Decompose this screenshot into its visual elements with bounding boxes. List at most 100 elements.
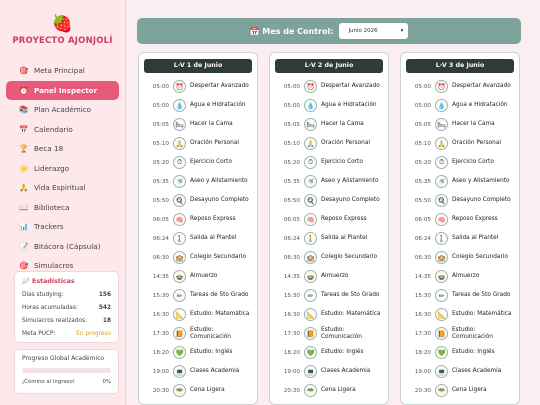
schedule-time: 06:24 (414, 235, 431, 242)
brand-name: PROYECTO AJONJOLÍ (12, 36, 113, 46)
sidebar-item-biblioteca[interactable]: 📖 Biblioteca (6, 198, 119, 218)
schedule-row[interactable]: 16:30 📐 Estudio: Matemática (270, 305, 388, 324)
schedule-row[interactable]: 05:05 🛏 Hacer la Cama (401, 115, 519, 134)
sidebar-item-trackers[interactable]: 📊 Trackers (6, 217, 119, 237)
schedule-row[interactable]: 15:30 ✏ Tareas de 5to Grado (139, 286, 257, 305)
schedule-row[interactable]: 05:00 💧 Agua e Hidratación (270, 96, 388, 115)
schedule-row[interactable]: 05:35 🚿 Aseo y Alistamiento (401, 172, 519, 191)
schedule-time: 05:50 (283, 197, 300, 204)
schedule-time: 06:24 (283, 235, 300, 242)
schedule-row[interactable]: 06:05 🧠 Reposo Express (139, 210, 257, 229)
stat-row: Simulacros realizados: 18 (22, 315, 111, 328)
schedule-row[interactable]: 05:35 🚿 Aseo y Alistamiento (270, 172, 388, 191)
stat-row: Horas acumuladas: 542 (22, 302, 111, 315)
schedule-row[interactable]: 05:05 🛏 Hacer la Cama (139, 115, 257, 134)
schedule-row[interactable]: 06:30 🏫 Colegio Secundario (401, 248, 519, 267)
schedule-row[interactable]: 05:00 💧 Agua e Hidratación (139, 96, 257, 115)
schedule-row[interactable]: 17:30 📙 Estudio: Comunicación (270, 324, 388, 343)
schedule-row[interactable]: 20:30 🥗 Cena Ligera (270, 381, 388, 400)
schedule-time: 17:30 (283, 330, 300, 337)
stats-title: 📈 Estadísticas (22, 278, 75, 285)
schedule-row[interactable]: 05:50 🍳 Desayuno Completo (270, 191, 388, 210)
schedule-row[interactable]: 05:20 ⏱ Ejercicio Corto (139, 153, 257, 172)
schedule-row[interactable]: 05:50 🍳 Desayuno Completo (139, 191, 257, 210)
sidebar-item-liderazgo[interactable]: 🌟 Liderazgo (6, 159, 119, 179)
sidebar-item-calendario[interactable]: 📅 Calendario (6, 120, 119, 140)
schedule-row[interactable]: 06:24 🚶 Salida al Plantel (401, 229, 519, 248)
ruler-icon: 📐 (435, 308, 448, 321)
schedule-row[interactable]: 06:05 🧠 Reposo Express (401, 210, 519, 229)
stat-label: Meta PUCP: (22, 331, 56, 337)
shower-icon: 🚿 (304, 175, 317, 188)
schedule-row[interactable]: 20:30 🥗 Cena Ligera (401, 381, 519, 400)
schedule-time: 20:30 (152, 387, 169, 394)
book-icon: 📖 (19, 202, 29, 212)
schedule-row[interactable]: 14:35 🍲 Almuerzo (139, 267, 257, 286)
stat-label: Días studying: (22, 292, 64, 298)
schedule-row[interactable]: 15:30 ✏ Tareas de 5to Grado (401, 286, 519, 305)
schedule-row[interactable]: 16:30 📐 Estudio: Matemática (401, 305, 519, 324)
stat-value: En progreso (76, 331, 111, 337)
bed-icon: 🛏 (304, 118, 317, 131)
schedule-row[interactable]: 15:30 ✏ Tareas de 5to Grado (270, 286, 388, 305)
schedule-row[interactable]: 05:00 💧 Agua e Hidratación (401, 96, 519, 115)
schedule-time: 19:00 (283, 368, 300, 375)
schedule-row[interactable]: 05:05 🛏 Hacer la Cama (270, 115, 388, 134)
schedule-row[interactable]: 18:20 💚 Estudio: Inglés (270, 343, 388, 362)
schedule-activity: Aseo y Alistamiento (190, 178, 248, 185)
schedule-row[interactable]: 05:00 ⏰ Despertar Avanzado (139, 77, 257, 96)
schedule-row[interactable]: 16:30 📐 Estudio: Matemática (139, 305, 257, 324)
schedule-row[interactable]: 05:35 🚿 Aseo y Alistamiento (139, 172, 257, 191)
schedule-row[interactable]: 05:00 ⏰ Despertar Avanzado (270, 77, 388, 96)
schedule-activity: Desayuno Completo (452, 197, 511, 204)
schedule-activity: Almuerzo (321, 273, 349, 280)
schedule-row[interactable]: 18:20 💚 Estudio: Inglés (139, 343, 257, 362)
schedule-activity: Agua e Hidratación (452, 102, 508, 109)
schedule-activity: Estudio: Matemática (321, 311, 381, 318)
schedule-row[interactable]: 17:30 📙 Estudio: Comunicación (139, 324, 257, 343)
schedule-row[interactable]: 19:00 💻 Clases Academia (139, 362, 257, 381)
schedule-row[interactable]: 05:10 🙏 Oración Personal (139, 134, 257, 153)
sidebar-item-panel-inspector[interactable]: ⏰ Panel Inspector (6, 80, 119, 100)
schedule-row[interactable]: 06:24 🚶 Salida al Plantel (139, 229, 257, 248)
schedule-row[interactable]: 05:20 ⏱ Ejercicio Corto (270, 153, 388, 172)
schedule-time: 20:30 (283, 387, 300, 394)
schedule-row[interactable]: 06:30 🏫 Colegio Secundario (270, 248, 388, 267)
schedule-row[interactable]: 14:35 🍲 Almuerzo (401, 267, 519, 286)
schedule-row[interactable]: 20:30 🥗 Cena Ligera (139, 381, 257, 400)
walking-icon: 🚶 (173, 232, 186, 245)
sidebar-item-label: Liderazgo (34, 163, 70, 173)
schedule-row[interactable]: 06:24 🚶 Salida al Plantel (270, 229, 388, 248)
praying-hands-icon: 🙏 (173, 137, 186, 150)
schedule-row[interactable]: 14:35 🍲 Almuerzo (270, 267, 388, 286)
schedule-row[interactable]: 18:20 💚 Estudio: Inglés (401, 343, 519, 362)
schedule-row[interactable]: 05:00 ⏰ Despertar Avanzado (401, 77, 519, 96)
bowl-icon: 🍲 (173, 270, 186, 283)
schedule-row[interactable]: 05:10 🙏 Oración Personal (270, 134, 388, 153)
schedule-row[interactable]: 06:05 🧠 Reposo Express (270, 210, 388, 229)
sidebar-item-vida-espiritual[interactable]: 🙏 Vida Espiritual (6, 178, 119, 198)
schedule-row[interactable]: 05:20 ⏱ Ejercicio Corto (401, 153, 519, 172)
schedule-time: 05:10 (152, 140, 169, 147)
schedule-time: 05:05 (414, 121, 431, 128)
schedule-activity: Colegio Secundario (452, 254, 509, 261)
schedule-row[interactable]: 05:10 🙏 Oración Personal (401, 134, 519, 153)
month-select-value: Junio 2026 (348, 28, 378, 34)
sidebar-item-meta-principal[interactable]: 🎯 Meta Principal (6, 61, 119, 81)
sidebar-item-plan-académico[interactable]: 📚 Plan Académico (6, 100, 119, 120)
schedule-activity: Clases Academia (452, 368, 502, 375)
schedule-row[interactable]: 19:00 💻 Clases Academia (401, 362, 519, 381)
memo-icon: 📝 (19, 241, 29, 251)
alarm-clock-icon: ⏰ (435, 80, 448, 93)
schedule-row[interactable]: 17:30 📙 Estudio: Comunicación (401, 324, 519, 343)
sidebar-item-beca-18[interactable]: 🏆 Beca 18 (6, 139, 119, 159)
schedule-activity: Clases Academia (321, 368, 371, 375)
sidebar-item-bitácora-cápsula[interactable]: 📝 Bitácora (Cápsula) (6, 237, 119, 257)
schedule-activity: Reposo Express (190, 216, 236, 223)
schedule-row[interactable]: 19:00 💻 Clases Academia (270, 362, 388, 381)
schedule-row[interactable]: 05:50 🍳 Desayuno Completo (401, 191, 519, 210)
schedule-activity: Despertar Avanzado (452, 83, 511, 90)
schedule-time: 16:30 (152, 311, 169, 318)
schedule-row[interactable]: 06:30 🏫 Colegio Secundario (139, 248, 257, 267)
month-select[interactable]: Junio 2026 ▾ (339, 23, 409, 39)
